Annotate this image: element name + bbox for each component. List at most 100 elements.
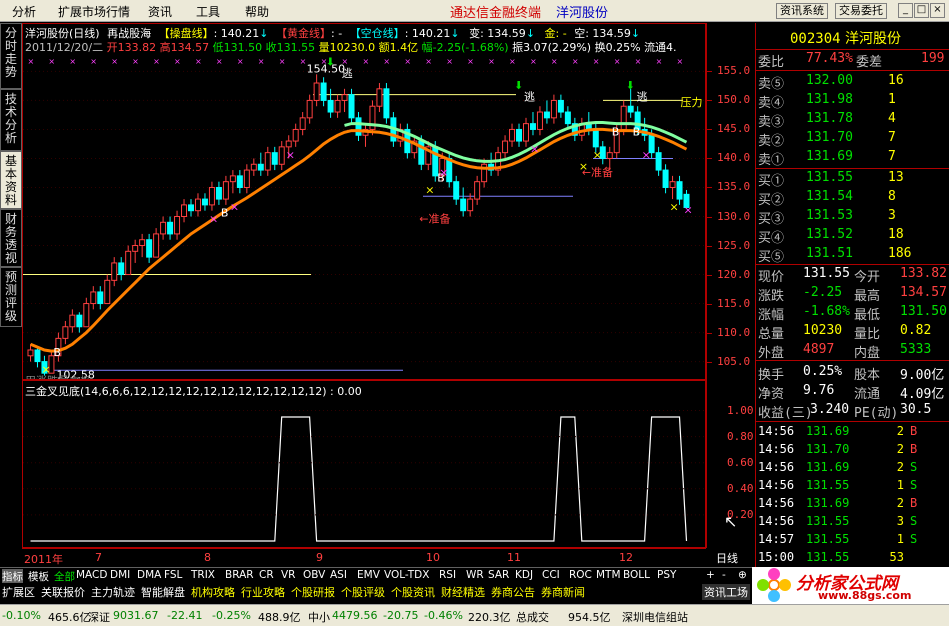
category-tab[interactable]: 扩展区 [2,584,35,600]
indicator-tab[interactable]: CCI [542,569,560,581]
down-arrow-icon: ⬇ [514,79,523,92]
indicator-tab[interactable]: EMV [357,569,380,581]
menu-news[interactable]: 资讯 [148,3,172,20]
indicator-tab[interactable]: VOL-TDX [384,569,429,581]
status-sz-pct: -0.25% [212,609,251,622]
category-tab[interactable]: 关联报价 [41,584,85,600]
category-tab[interactable]: 主力轨迹 [91,584,135,600]
indicator-tab[interactable]: ASI [330,569,347,581]
price-tick-mark [707,71,712,73]
tab-forecast[interactable]: 预测评级 [0,267,22,327]
date-nov: 11 [507,551,521,564]
cross-marker: × [439,166,448,179]
signal-marker: × [153,57,160,66]
menu-help[interactable]: 帮助 [245,3,269,20]
indicator-tab[interactable]: DMA [137,569,161,581]
indicator-control-button[interactable]: + [706,569,715,581]
candle [516,123,523,147]
trade-order-button[interactable]: 交易委托 [835,3,887,19]
status-server[interactable]: 深圳电信组站 [622,609,688,625]
indicator-tab[interactable]: BRAR [225,569,254,581]
indicator-tab[interactable]: KDJ [515,569,533,581]
candle [90,286,97,310]
category-tab[interactable]: 个股资讯 [391,584,435,600]
candle [557,94,564,118]
candle [97,286,104,310]
price-tick: 120.0 [717,267,751,281]
period-label[interactable]: 日线 [716,550,738,566]
indicator-control-button[interactable]: ⊕ [738,569,747,581]
candle-body [27,349,34,357]
indicator-tab[interactable]: 指标 [2,569,23,584]
tick-side: B [910,496,918,510]
quote-label: 收益(三) [758,406,813,421]
category-tab[interactable]: 个股研报 [291,584,335,600]
indicator-tick: 0.80 [727,429,754,443]
menu-tools[interactable]: 工具 [196,3,220,20]
open-label: 开 [106,41,118,54]
candle [550,94,557,124]
indicator-tab[interactable]: 全部 [54,569,75,584]
indicator-tab[interactable]: 模板 [28,569,49,584]
category-tab[interactable]: 个股评级 [341,584,385,600]
news-workshop-tab[interactable]: 资讯工场 [702,584,750,600]
candle [236,170,243,194]
indicator-tab[interactable]: VR [281,569,295,581]
category-tab[interactable]: 券商新闻 [541,584,585,600]
tab-technical[interactable]: 技术分析 [0,89,22,151]
indicator-tab[interactable]: WR [466,569,484,581]
indicator-tab[interactable]: MACD [76,569,107,581]
stock-header: 002304 洋河股份 [790,28,901,48]
category-tab[interactable]: 券商公告 [491,584,535,600]
candle [376,83,383,113]
indicator-tab[interactable]: DMI [110,569,130,581]
indicator-tab[interactable]: FSL [164,569,182,581]
candlestick-chart[interactable]: × × × × × × × × × × × × × × × × × × × × × × × × × × × × × × × ×154.5010… [23,54,706,379]
price-tick-mark [707,129,712,131]
indicator-tab[interactable]: TRIX [191,569,215,581]
candle-body [327,99,334,113]
indicator-tab[interactable]: MTM [596,569,621,581]
news-system-button[interactable]: 资讯系统 [776,3,828,19]
candle-body [194,198,201,212]
tick-vol: 2 [896,424,904,438]
candle-body [348,94,355,119]
quote-label-2: 内盘 [854,346,881,361]
candle [250,158,257,176]
category-tab[interactable]: 行业攻略 [241,584,285,600]
tab-fundamentals[interactable]: 基本资料 [0,151,22,209]
indicator-tab[interactable]: CR [259,569,274,581]
tick-side: S [910,514,918,528]
stock-code: 002304 [790,31,841,47]
candle [146,233,153,263]
ask-vol: 7 [888,130,896,145]
tab-financials[interactable]: 财务透视 [0,209,22,267]
minimize-icon[interactable]: _ [898,3,913,18]
tick-time: 14:57 [758,532,795,546]
menu-analysis[interactable]: 分析 [12,3,36,20]
category-tab[interactable]: 机构攻略 [191,584,235,600]
indicator-chart[interactable] [23,398,706,547]
candle [76,312,83,333]
indicator-tab[interactable]: RSI [439,569,456,581]
indicator-tab[interactable]: PSY [657,569,676,581]
tick-vol: 1 [896,478,904,492]
category-tab[interactable]: 财经精选 [441,584,485,600]
app-title: 通达信金融终端 [450,6,542,21]
tab-intraday[interactable]: 分时走势 [0,23,22,89]
candle-body [522,123,529,142]
indicator-tab[interactable]: ROC [569,569,592,581]
category-tab[interactable]: 智能解盘 [141,584,185,600]
indicator-tab[interactable]: BOLL [623,569,650,581]
price-tick-mark [707,361,712,363]
indicator-tab[interactable]: OBV [303,569,325,581]
menu-extended-market[interactable]: 扩展市场行情 [58,3,130,20]
candle-body [208,186,215,206]
bid-label: 买⑤ [758,250,785,265]
signal-marker: × [69,57,76,66]
restore-icon[interactable]: □ [914,3,929,18]
indicator-control-button[interactable]: - [722,569,726,581]
indicator-tab[interactable]: SAR [488,569,509,581]
candle [111,257,118,287]
close-icon[interactable]: × [930,3,945,18]
